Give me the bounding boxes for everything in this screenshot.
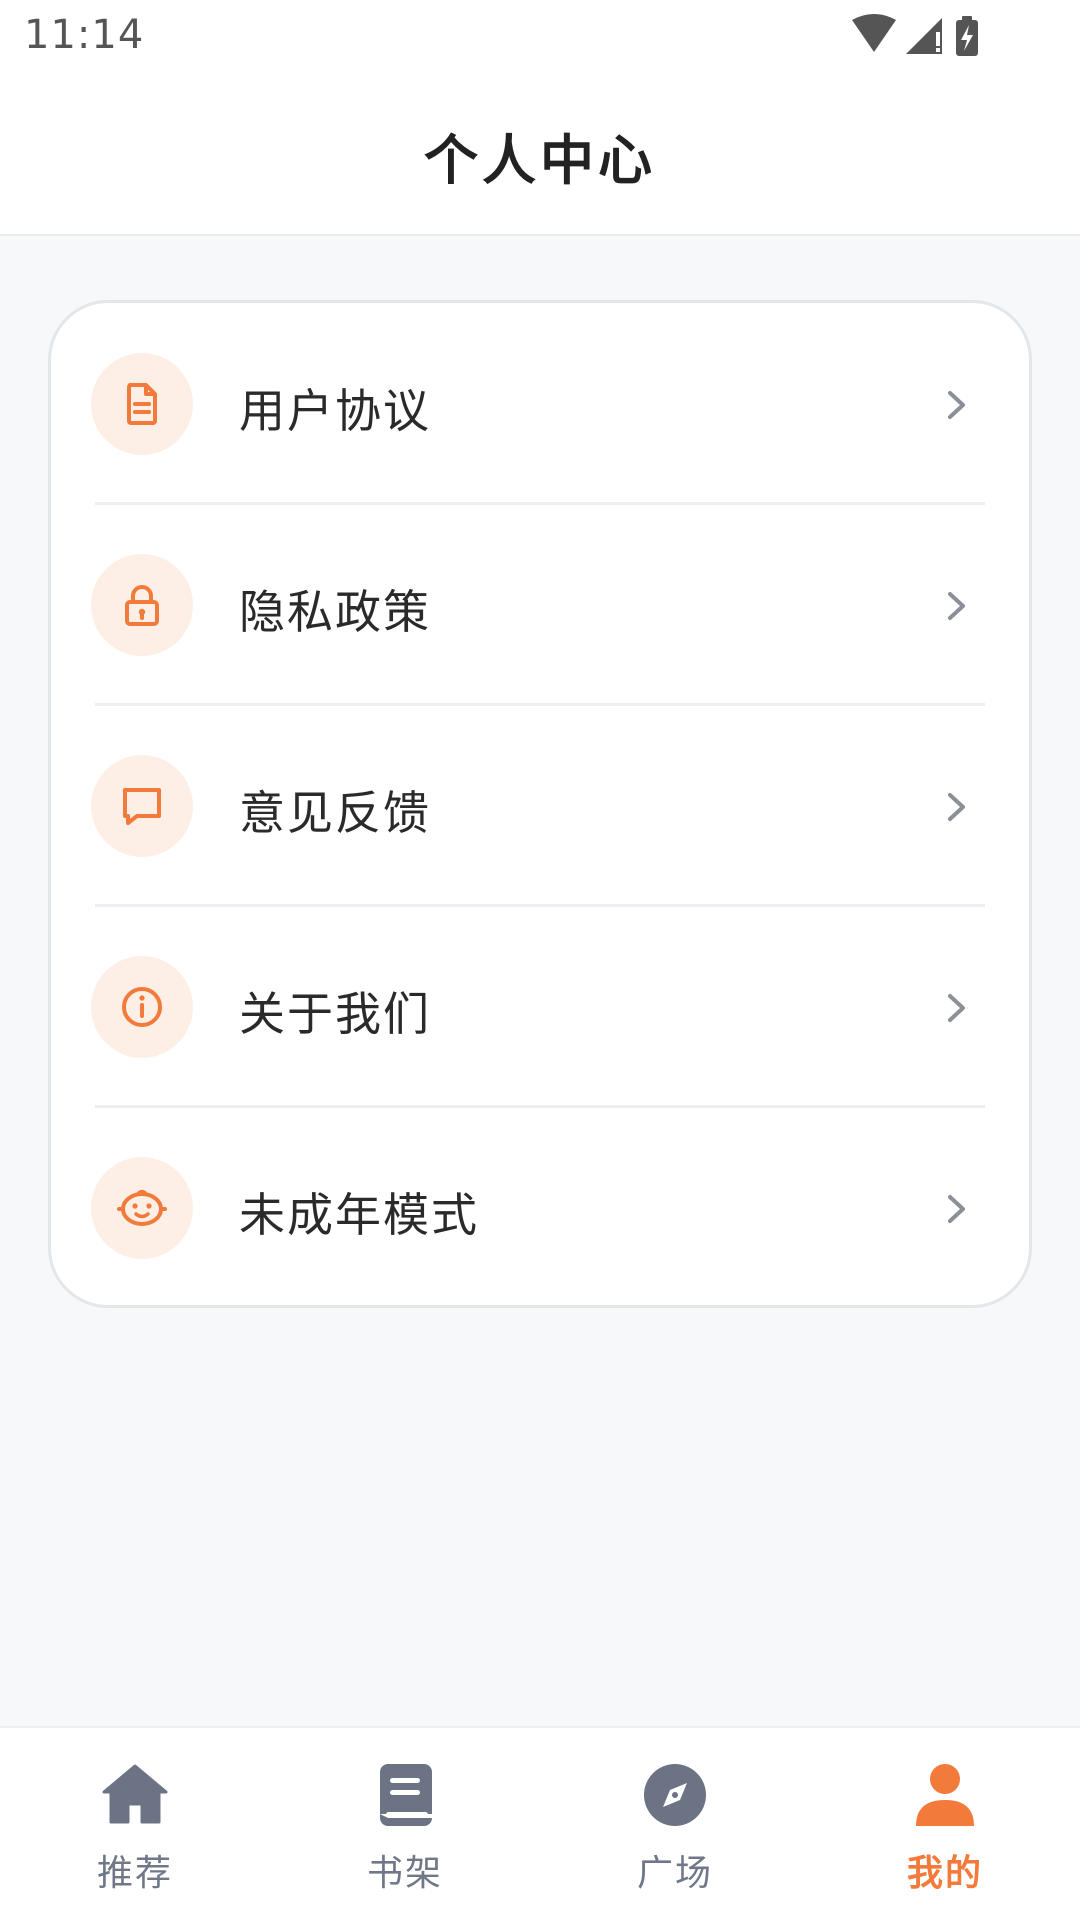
message-icon: [123, 788, 161, 825]
info-icon: [122, 987, 162, 1027]
nav-label: 推荐: [96, 1853, 173, 1894]
menu-item-label: 用户协议: [239, 384, 431, 438]
cellular-signal-icon: [906, 18, 942, 54]
document-icon: [127, 383, 157, 425]
nav-label: 广场: [636, 1853, 713, 1894]
nav-tab-recommend[interactable]: 推荐: [0, 1728, 270, 1918]
battery-charging-icon: [956, 16, 978, 56]
book-icon: [380, 1764, 432, 1826]
nav-label: 我的: [906, 1853, 983, 1894]
page-title: 个人中心: [424, 129, 656, 192]
nav-tab-square[interactable]: 广场: [540, 1728, 810, 1918]
menu-item-label: 未成年模式: [239, 1188, 479, 1242]
nav-tab-mine[interactable]: 我的: [810, 1728, 1080, 1918]
lock-icon: [125, 585, 159, 626]
status-bar: 11:14: [0, 0, 1080, 76]
chevron-right-icon: [948, 391, 965, 419]
message-icon-badge: [91, 755, 193, 857]
chevron-right-icon: [948, 793, 965, 821]
menu-item-label: 关于我们: [239, 987, 431, 1041]
chevron-right-icon: [948, 1195, 965, 1223]
nav-label: 书架: [366, 1853, 443, 1894]
info-icon-badge: [91, 956, 193, 1058]
nav-tab-bookshelf[interactable]: 书架: [270, 1728, 540, 1918]
person-icon: [916, 1764, 974, 1826]
chevron-right-icon: [948, 592, 965, 620]
status-time: 11:14: [24, 12, 145, 58]
menu-item-feedback[interactable]: 意见反馈: [91, 705, 989, 905]
menu-item-about-us[interactable]: 关于我们: [91, 906, 989, 1106]
wifi-icon: [852, 14, 896, 52]
menu-item-label: 意见反馈: [239, 786, 431, 840]
header: 个人中心: [0, 76, 1080, 236]
bottom-nav: 推荐 书架 广场 我的: [0, 1726, 1080, 1920]
status-icons: [850, 14, 1000, 58]
child-face-icon: [117, 1189, 167, 1226]
child-face-icon-badge: [91, 1157, 193, 1259]
document-icon-badge: [91, 353, 193, 455]
menu-card: 用户协议 隐私政策 意见反馈 关于我们 未成年模式: [48, 300, 1032, 1308]
menu-item-minor-mode[interactable]: 未成年模式: [91, 1107, 989, 1307]
lock-icon-badge: [91, 554, 193, 656]
menu-item-user-agreement[interactable]: 用户协议: [91, 303, 989, 503]
compass-icon: [644, 1764, 706, 1826]
menu-item-label: 隐私政策: [239, 585, 431, 639]
chevron-right-icon: [948, 994, 965, 1022]
menu-item-privacy-policy[interactable]: 隐私政策: [91, 504, 989, 704]
home-icon: [102, 1764, 168, 1824]
